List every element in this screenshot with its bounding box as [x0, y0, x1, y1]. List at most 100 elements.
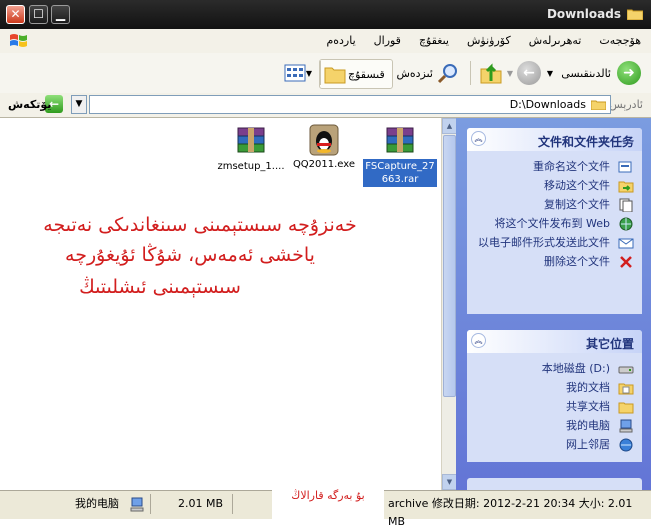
back-label[interactable]: ئالدىنقىسى: [561, 59, 611, 87]
status-overlay-text: بۇ بەرگە قارالاڭ: [272, 483, 384, 519]
views-dropdown-icon[interactable]: ▼: [306, 69, 312, 78]
scroll-down-icon[interactable]: ▼: [442, 474, 457, 490]
file-tasks-title: 文件和文件夹任务: [537, 135, 634, 149]
computer-icon: [619, 419, 633, 433]
folders-label: قىسقۇچ: [348, 67, 385, 81]
task-pane: ︽ 文件和文件夹任务 重命名这个文件 移动这个文件 复制这个文件 将这个文件发布…: [456, 118, 651, 490]
shared-documents-label: 共享文档: [566, 400, 610, 413]
status-divider: [232, 494, 233, 514]
menu-favorites[interactable]: يىغقۇچ: [419, 34, 449, 47]
qq-penguin-icon: [307, 124, 341, 156]
other-places-title: 其它位置: [585, 337, 634, 351]
publish-web-link[interactable]: 将这个文件发布到 Web: [471, 217, 634, 231]
folder-icon: [591, 100, 606, 110]
winrar-archive-icon: [234, 126, 268, 156]
collapse-icon[interactable]: ︽: [471, 131, 486, 146]
scroll-up-icon[interactable]: ▲: [442, 118, 457, 134]
menu-edit[interactable]: تەھرىرلەش: [529, 34, 582, 47]
my-computer-label: 我的电脑: [566, 419, 610, 432]
folder-icon: [627, 9, 643, 20]
rename-file-label: 重命名这个文件: [533, 160, 610, 173]
file-item[interactable]: zmsetup_1....: [211, 126, 291, 174]
folders-button[interactable]: قىسقۇچ: [319, 59, 393, 89]
toolbar: ➜ ئالدىنقىسى ▼ ← ▼ ئىزدەش قىسقۇچ ▼: [0, 53, 651, 94]
close-button[interactable]: ✕: [6, 5, 25, 24]
address-label: ئادرېس: [609, 98, 643, 111]
scroll-thumb[interactable]: [443, 135, 456, 397]
address-value: D:\Downloads: [509, 98, 586, 111]
status-computer: 我的电脑: [75, 497, 119, 510]
views-grid-icon: [284, 64, 306, 82]
title-bar[interactable]: ✕ ☐ ▁ Downloads: [0, 0, 651, 29]
back-button[interactable]: ➜: [617, 59, 641, 87]
status-size: 2.01 MB: [178, 497, 224, 510]
shared-documents-link[interactable]: 共享文档: [471, 400, 634, 414]
menu-bar: ھۆججەت تەھرىرلەش كۆرۈنۈش يىغقۇچ قورال يا…: [0, 29, 651, 54]
delete-file-label: 删除这个文件: [544, 255, 610, 268]
file-name: FSCapture_27663.rar: [363, 159, 437, 187]
menu-help[interactable]: ياردەم: [326, 34, 355, 47]
copy-file-label: 复制这个文件: [544, 198, 610, 211]
my-documents-label: 我的文档: [566, 381, 610, 394]
file-name: zmsetup_1....: [217, 161, 285, 172]
file-item-selected[interactable]: FSCapture_27663.rar: [360, 126, 440, 187]
my-computer-link[interactable]: 我的电脑: [471, 419, 634, 433]
toolbar-divider: [320, 61, 321, 85]
address-input[interactable]: D:\Downloads: [89, 95, 611, 114]
file-item[interactable]: QQ2011.exe: [284, 124, 364, 172]
my-documents-link[interactable]: 我的文档: [471, 381, 634, 395]
minimize-button[interactable]: ▁: [51, 5, 70, 24]
delete-file-link[interactable]: 删除这个文件: [471, 255, 634, 268]
rename-file-link[interactable]: 重命名这个文件: [471, 160, 634, 173]
computer-icon: [130, 497, 144, 512]
back-dropdown-icon[interactable]: ▼: [547, 59, 553, 87]
shared-folder-icon: [618, 402, 634, 414]
explorer-window: ✕ ☐ ▁ Downloads ھۆججەت تەھرىرلەش كۆرۈنۈش…: [0, 0, 651, 528]
file-list[interactable]: zmsetup_1.... QQ2011.exe FSCapture_27663…: [0, 118, 441, 490]
web-publish-icon: [619, 217, 633, 231]
move-file-label: 移动这个文件: [544, 179, 610, 192]
search-button[interactable]: [437, 59, 459, 87]
local-disk-link[interactable]: 本地磁盘 (D:): [471, 362, 634, 375]
menu-file[interactable]: ھۆججەت: [599, 34, 641, 47]
arrow-right-icon: ➜: [617, 61, 641, 85]
other-places-header[interactable]: ︽ 其它位置: [467, 330, 642, 353]
go-button[interactable]: يۆتكەش: [8, 98, 51, 111]
arrow-left-icon: ←: [517, 61, 541, 85]
menu-tools[interactable]: قورال: [374, 34, 401, 47]
collapse-icon[interactable]: ︽: [471, 333, 486, 348]
vertical-scrollbar[interactable]: ▲ ▼: [441, 118, 457, 490]
publish-web-label: 将这个文件发布到 Web: [494, 217, 610, 230]
network-places-link[interactable]: 网上邻居: [471, 438, 634, 452]
winrar-archive-icon: [383, 126, 417, 156]
network-icon: [619, 438, 633, 452]
search-icon: [437, 64, 457, 84]
menu-view[interactable]: كۆرۈنۈش: [467, 34, 511, 47]
maximize-button[interactable]: ☐: [29, 5, 48, 24]
file-tasks-panel: ︽ 文件和文件夹任务 重命名这个文件 移动这个文件 复制这个文件 将这个文件发布…: [467, 128, 642, 314]
email-file-label: 以电子邮件形式发送此文件: [478, 236, 610, 249]
email-icon: [618, 238, 634, 249]
file-tasks-header[interactable]: ︽ 文件和文件夹任务: [467, 128, 642, 151]
window-title: Downloads: [546, 7, 621, 21]
forward-dropdown-icon[interactable]: ▼: [507, 59, 513, 87]
local-disk-label: 本地磁盘 (D:): [541, 362, 610, 375]
forward-button[interactable]: ←: [517, 59, 541, 87]
copy-icon: [619, 198, 633, 212]
search-label[interactable]: ئىزدەش: [396, 59, 433, 87]
folder-icon: [324, 67, 346, 84]
overlay-text-line: خەنزۇچە سىستېمىنى سىنغاندىكى نەتىجە: [43, 214, 357, 236]
address-dropdown-icon[interactable]: ▼: [71, 95, 87, 114]
up-folder-button[interactable]: [479, 59, 503, 87]
drive-icon: [618, 366, 634, 374]
overlay-text-line: سىستېمىنى ئىشلىتىڭ: [79, 276, 241, 298]
delete-icon: [620, 256, 632, 268]
views-button[interactable]: ▼: [284, 59, 315, 87]
move-file-link[interactable]: 移动这个文件: [471, 179, 634, 193]
status-divider: [150, 494, 151, 514]
email-file-link[interactable]: 以电子邮件形式发送此文件: [471, 236, 634, 249]
copy-file-link[interactable]: 复制这个文件: [471, 198, 634, 212]
status-bar: 我的电脑 2.01 MB بۇ بەرگە قارالاڭ archive 修改…: [0, 483, 651, 528]
windows-logo-icon: [10, 34, 27, 47]
file-name: QQ2011.exe: [292, 159, 356, 170]
